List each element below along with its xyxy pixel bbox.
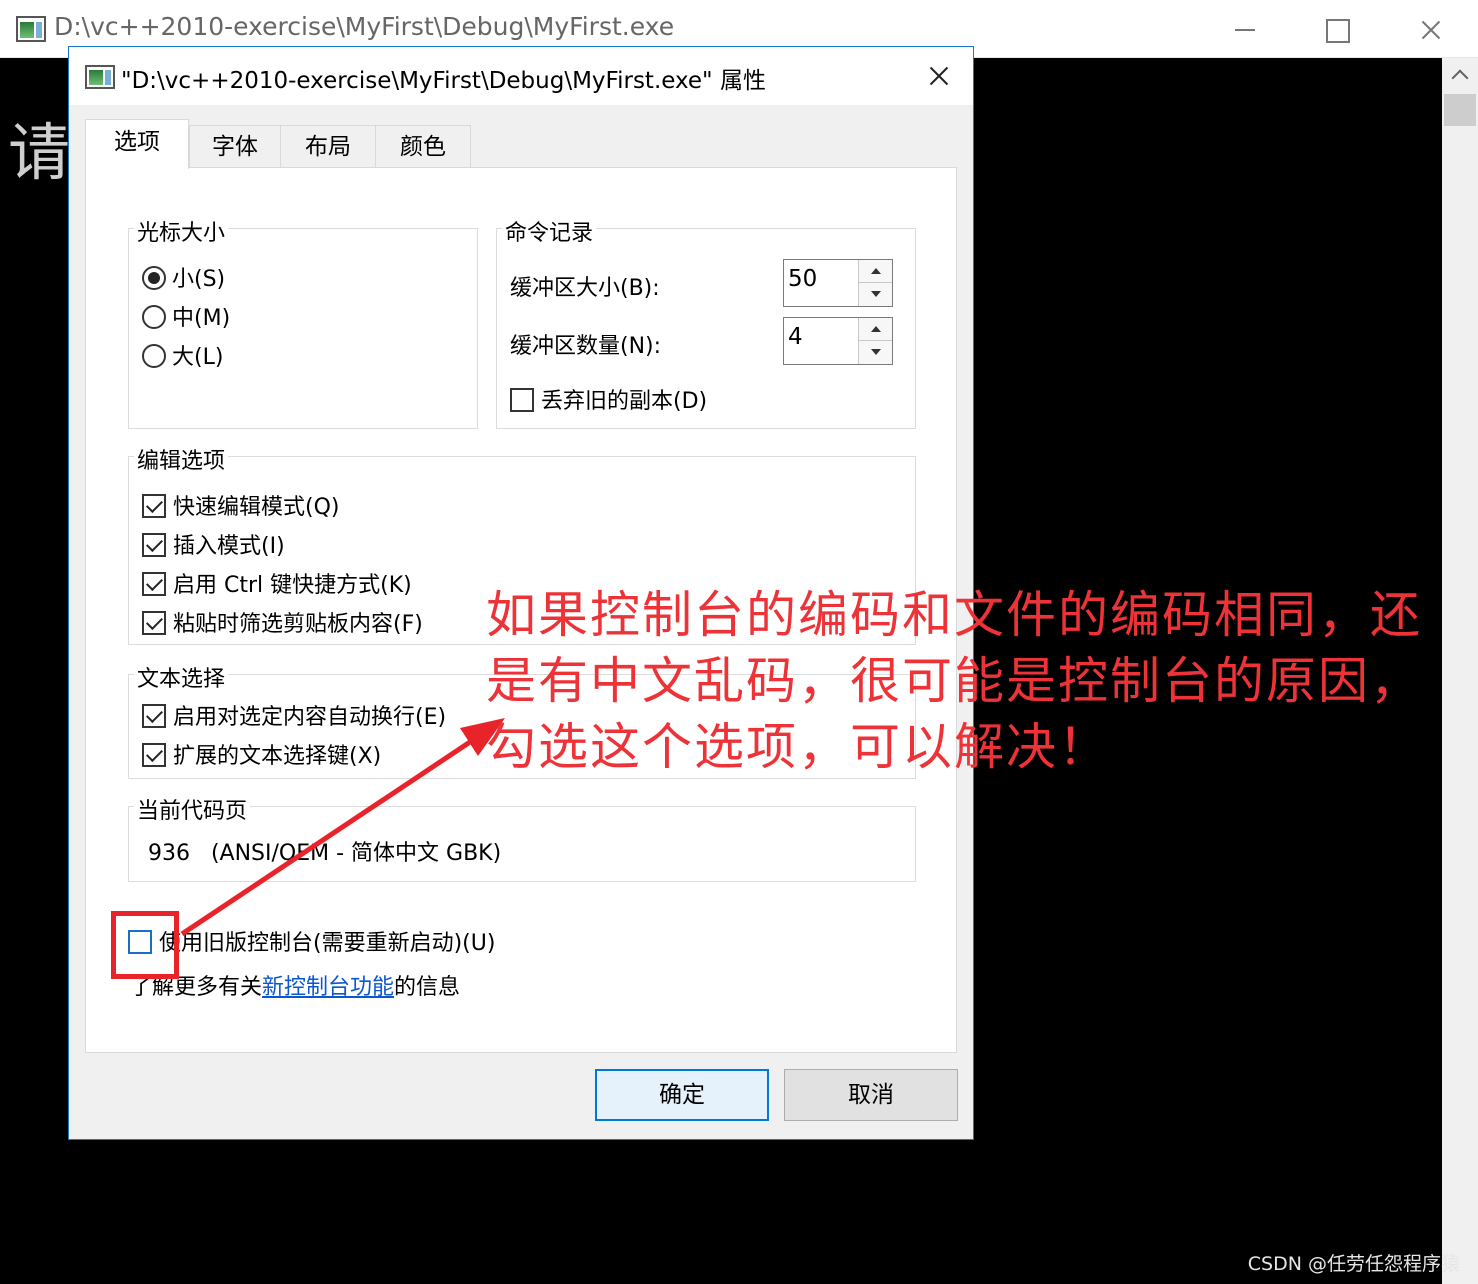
- radio-label: 中(M): [172, 306, 231, 331]
- checkbox-checked-icon[interactable]: [142, 533, 166, 557]
- buffer-size-value[interactable]: 50: [788, 266, 817, 292]
- annotation-text: 如果控制台的编码和文件的编码相同，还是有中文乱码，很可能是控制台的原因，勾选这个…: [486, 586, 1422, 776]
- close-icon[interactable]: [1383, 0, 1475, 58]
- minimize-icon[interactable]: [1199, 0, 1291, 58]
- checkbox-legacy-console[interactable]: 使用旧版控制台(需要重新启动)(U): [128, 928, 495, 960]
- edit-options-label: 编辑选项: [134, 443, 229, 475]
- command-history-label: 命令记录: [502, 215, 597, 247]
- checkbox-label: 使用旧版控制台(需要重新启动)(U): [159, 931, 496, 956]
- checkbox-label: 启用对选定内容自动换行(E): [173, 705, 447, 730]
- new-console-features-link[interactable]: 新控制台功能: [262, 975, 394, 1000]
- stepper-up-icon[interactable]: [859, 318, 892, 341]
- tab-font[interactable]: 字体: [189, 125, 281, 167]
- dialog-close-icon[interactable]: [905, 53, 969, 99]
- more-info-suffix: 的信息: [394, 975, 461, 1000]
- cancel-button[interactable]: 取消: [784, 1069, 958, 1121]
- tab-layout[interactable]: 布局: [280, 125, 376, 167]
- radio-cursor-medium[interactable]: 中(M): [142, 303, 230, 335]
- codepage-value: 936 (ANSI/OEM - 简体中文 GBK): [148, 841, 502, 866]
- radio-icon[interactable]: [142, 305, 166, 329]
- maximize-icon[interactable]: [1290, 0, 1382, 58]
- stepper-down-icon[interactable]: [859, 341, 892, 364]
- checkbox-checked-icon[interactable]: [142, 611, 166, 635]
- buffer-count-value[interactable]: 4: [788, 324, 803, 350]
- codepage-label: 当前代码页: [134, 793, 251, 825]
- console-window-icon: [85, 65, 115, 89]
- tab-options[interactable]: 选项: [85, 119, 189, 169]
- checkbox-checked-icon[interactable]: [142, 704, 166, 728]
- checkbox-icon[interactable]: [510, 388, 534, 412]
- checkbox-label: 扩展的文本选择键(X): [173, 744, 382, 769]
- stepper-up-icon[interactable]: [859, 260, 892, 283]
- cursor-size-label: 光标大小: [134, 215, 229, 247]
- buffer-size-label: 缓冲区大小(B):: [510, 276, 660, 301]
- radio-checked-icon[interactable]: [142, 266, 166, 290]
- checkbox-quick-edit[interactable]: 快速编辑模式(Q): [142, 492, 339, 524]
- checkbox-ctrl-shortcuts[interactable]: 启用 Ctrl 键快捷方式(K): [142, 570, 412, 602]
- scroll-up-icon[interactable]: [1442, 58, 1478, 94]
- checkbox-label: 插入模式(I): [173, 534, 285, 559]
- stepper-buttons[interactable]: [858, 318, 892, 364]
- checkbox-label: 启用 Ctrl 键快捷方式(K): [173, 573, 412, 598]
- checkbox-extended-selection-keys[interactable]: 扩展的文本选择键(X): [142, 741, 381, 773]
- more-info-text: 了解更多有关新控制台功能的信息: [130, 969, 460, 1001]
- watermark: CSDN @任劳任怨程序猿: [1247, 1253, 1460, 1275]
- ok-button[interactable]: 确定: [595, 1069, 769, 1121]
- radio-label: 大(L): [172, 345, 224, 370]
- checkbox-label: 粘贴时筛选剪贴板内容(F): [173, 612, 423, 637]
- stepper-buttons[interactable]: [858, 260, 892, 306]
- dialog-title: "D:\vc++2010-exercise\MyFirst\Debug\MyFi…: [121, 68, 766, 94]
- console-window-icon: [16, 16, 46, 42]
- checkbox-checked-icon[interactable]: [142, 572, 166, 596]
- scroll-thumb[interactable]: [1444, 94, 1476, 126]
- buffer-count-label: 缓冲区数量(N):: [510, 334, 662, 359]
- checkbox-label: 快速编辑模式(Q): [173, 495, 340, 520]
- checkbox-filter-clipboard[interactable]: 粘贴时筛选剪贴板内容(F): [142, 609, 423, 641]
- console-output-text: 请: [8, 116, 71, 189]
- annotation-highlight-box: [111, 911, 179, 979]
- radio-cursor-small[interactable]: 小(S): [142, 264, 225, 296]
- radio-label: 小(S): [172, 267, 226, 292]
- console-scrollbar[interactable]: [1442, 58, 1478, 1284]
- checkbox-discard-duplicates[interactable]: 丢弃旧的副本(D): [510, 386, 707, 418]
- text-selection-label: 文本选择: [134, 661, 229, 693]
- radio-cursor-large[interactable]: 大(L): [142, 342, 223, 374]
- checkbox-checked-icon[interactable]: [142, 494, 166, 518]
- stepper-down-icon[interactable]: [859, 283, 892, 306]
- checkbox-checked-icon[interactable]: [142, 743, 166, 767]
- tab-colors[interactable]: 颜色: [375, 125, 471, 167]
- dialog-titlebar: "D:\vc++2010-exercise\MyFirst\Debug\MyFi…: [69, 47, 973, 105]
- buffer-count-stepper[interactable]: 4: [783, 317, 893, 365]
- checkbox-line-wrap-selection[interactable]: 启用对选定内容自动换行(E): [142, 702, 446, 734]
- radio-icon[interactable]: [142, 344, 166, 368]
- checkbox-label: 丢弃旧的副本(D): [541, 389, 708, 414]
- checkbox-insert-mode[interactable]: 插入模式(I): [142, 531, 285, 563]
- buffer-size-stepper[interactable]: 50: [783, 259, 893, 307]
- console-title: D:\vc++2010-exercise\MyFirst\Debug\MyFir…: [54, 12, 675, 41]
